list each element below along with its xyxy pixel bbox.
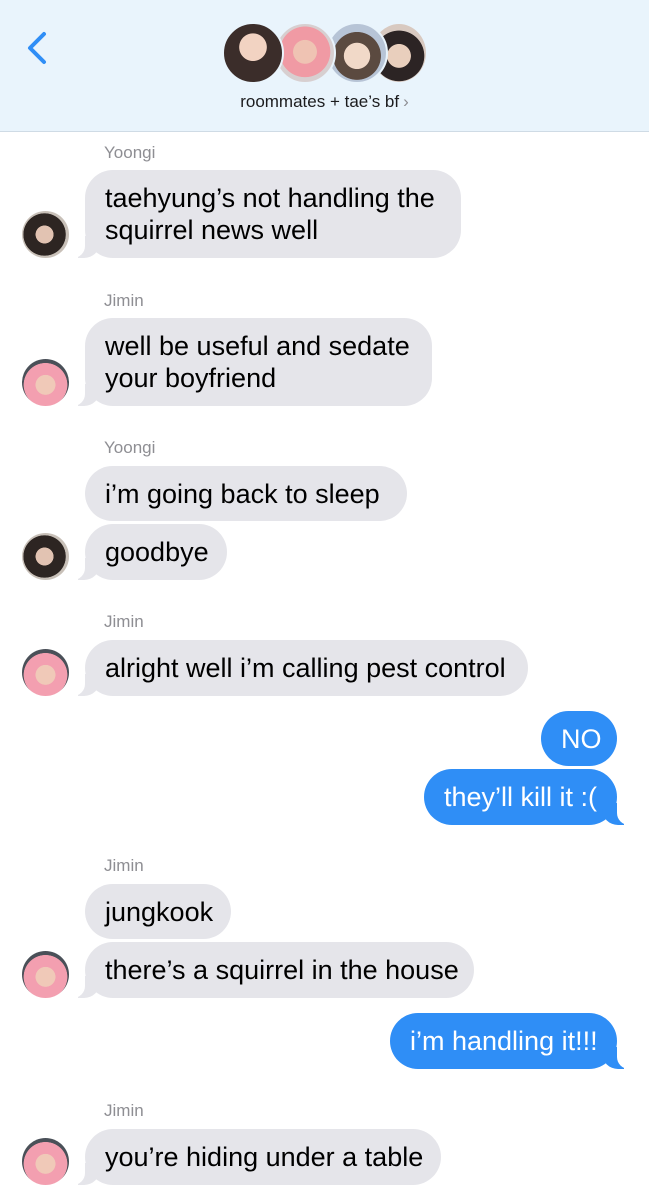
- message-line: well be useful and sedate: [105, 331, 410, 361]
- message-bubble[interactable]: well be useful and sedate your boyfriend: [71, 318, 432, 406]
- chevron-right-icon: ›: [403, 92, 409, 111]
- sender-name: Jimin: [104, 612, 144, 631]
- message-line: taehyung’s not handling the: [105, 183, 435, 213]
- conversation-header: roommates + tae’s bf ›: [0, 0, 649, 132]
- message-text: there’s a squirrel in the house: [105, 955, 459, 985]
- group-name-label: roommates + tae’s bf: [240, 92, 400, 111]
- sender-name: Jimin: [104, 1101, 144, 1120]
- avatar[interactable]: [22, 359, 69, 406]
- group-avatars[interactable]: [222, 22, 432, 86]
- outgoing-message-bubble[interactable]: i’m handling it!!!: [390, 1013, 631, 1069]
- message-text: they’ll kill it :(: [444, 782, 598, 812]
- group-avatar-1: [222, 22, 284, 84]
- group-name[interactable]: roommates + tae’s bf ›: [0, 92, 649, 112]
- avatar[interactable]: [22, 951, 69, 998]
- message-bubble[interactable]: goodbye: [71, 524, 227, 580]
- message-bubble[interactable]: i’m going back to sleep: [85, 466, 407, 521]
- message-bubble[interactable]: you’re hiding under a table: [71, 1129, 441, 1185]
- message-text: i’m going back to sleep: [105, 479, 380, 509]
- sender-name: Yoongi: [104, 143, 156, 162]
- message-text: jungkook: [105, 897, 214, 927]
- sender-name: Yoongi: [104, 438, 156, 457]
- message-bubble[interactable]: jungkook: [85, 884, 231, 939]
- sender-name: Jimin: [104, 291, 144, 310]
- avatar[interactable]: [22, 211, 69, 258]
- avatar[interactable]: [22, 1138, 69, 1185]
- message-bubble[interactable]: there’s a squirrel in the house: [71, 942, 474, 998]
- message-line: your boyfriend: [105, 363, 277, 393]
- message-text: NO: [561, 724, 602, 754]
- message-text: goodbye: [105, 537, 209, 567]
- message-bubble[interactable]: alright well i’m calling pest control: [71, 640, 528, 696]
- message-text: alright well i’m calling pest control: [105, 653, 506, 683]
- avatar[interactable]: [22, 533, 69, 580]
- chevron-left-icon[interactable]: [22, 28, 52, 68]
- message-bubble[interactable]: taehyung’s not handling the squirrel new…: [71, 170, 461, 258]
- avatar[interactable]: [22, 649, 69, 696]
- message-line: squirrel news well: [105, 215, 319, 245]
- sender-name: Jimin: [104, 856, 144, 875]
- message-text: you’re hiding under a table: [105, 1142, 424, 1172]
- outgoing-message-bubble[interactable]: they’ll kill it :(: [424, 769, 631, 825]
- outgoing-message-bubble[interactable]: NO: [541, 711, 617, 766]
- message-text: i’m handling it!!!: [410, 1026, 598, 1056]
